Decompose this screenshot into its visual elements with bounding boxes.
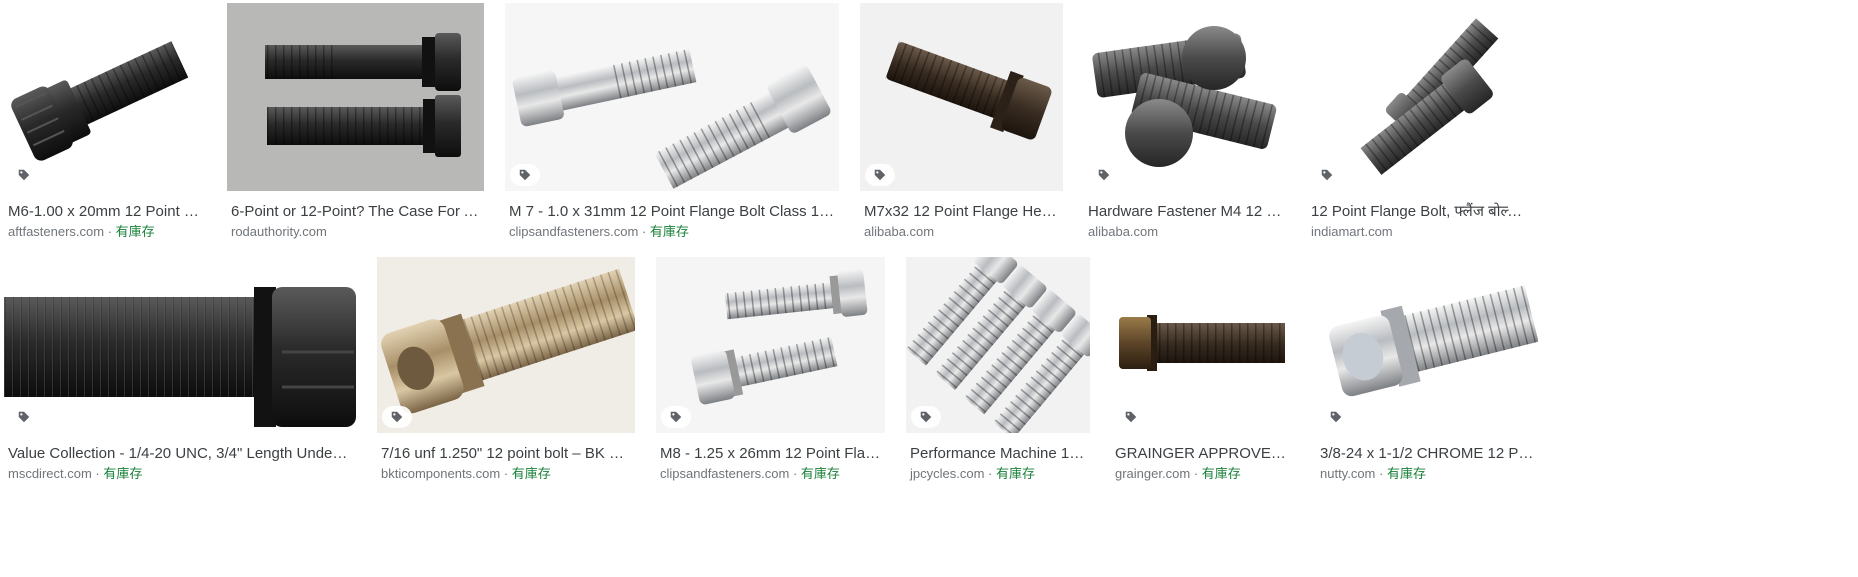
result-meta: grainger.com · 有庫存 [1115,466,1241,481]
tag-icon [9,406,39,428]
result-source[interactable]: nutty.com [1320,466,1375,481]
result-title[interactable]: GRAINGER APPROVED Alloy... [1111,444,1295,464]
result-card[interactable]: 6-Point or 12-Point? The Case For ARP's … [227,3,484,242]
tag-icon [911,406,941,428]
result-thumbnail[interactable] [1307,3,1530,191]
tag-icon [1321,406,1351,428]
result-card[interactable]: M6-1.00 x 20mm 12 Point Flang... aftfast… [4,3,206,242]
grey-bolts-image [1091,26,1278,167]
tag-icon [9,164,39,186]
result-card[interactable]: M 7 - 1.0 x 31mm 12 Point Flange Bolt Cl… [505,3,839,242]
result-card[interactable]: GRAINGER APPROVED Alloy... grainger.com … [1111,257,1295,484]
result-thumbnail[interactable] [860,3,1063,191]
result-title[interactable]: Hardware Fastener M4 12 Point... [1084,202,1286,222]
result-source[interactable]: aftfasteners.com [8,224,104,239]
result-source[interactable]: indiamart.com [1311,224,1393,239]
result-source[interactable]: clipsandfasteners.com [509,224,638,239]
result-card[interactable]: Hardware Fastener M4 12 Point... alibaba… [1084,3,1286,242]
two-bolts-image [265,33,461,157]
tag-icon [1312,164,1342,186]
result-thumbnail[interactable] [4,3,206,191]
result-meta: alibaba.com [860,222,1063,242]
result-meta: aftfasteners.com · 有庫存 [8,224,155,239]
brown-bolt-image [885,41,1052,140]
result-thumbnail[interactable] [505,3,839,191]
result-meta: clipsandfasteners.com · 有庫存 [509,224,689,239]
stock-label: 有庫存 [1386,466,1426,481]
result-thumbnail[interactable] [227,3,484,191]
result-card[interactable]: M8 - 1.25 x 26mm 12 Point Flange S... cl… [656,257,885,484]
result-title[interactable]: M 7 - 1.0 x 31mm 12 Point Flange Bolt Cl… [505,202,839,222]
chrome-m8-bolts-image [691,269,868,405]
result-source[interactable]: mscdirect.com [8,466,92,481]
result-thumbnail[interactable] [656,257,885,433]
result-card[interactable]: Performance Machine 12 Po... jpcycles.co… [906,257,1090,484]
tag-icon [661,406,691,428]
two-grey-bolts-image [1360,18,1499,175]
result-title[interactable]: 7/16 unf 1.250" 12 point bolt – BK Racin… [377,444,635,464]
stock-label: 有庫存 [115,224,155,239]
result-thumbnail[interactable] [1316,257,1538,433]
stock-label: 有庫存 [800,466,840,481]
result-source[interactable]: grainger.com [1115,466,1190,481]
result-title[interactable]: 3/8-24 x 1-1/2 CHROME 12 Point Flang... [1316,444,1538,464]
chrome-bolts-image [512,48,831,189]
result-card[interactable]: 7/16 unf 1.250" 12 point bolt – BK Racin… [377,257,635,484]
stock-label: 有庫存 [103,466,143,481]
tag-icon [1116,406,1146,428]
result-meta: indiamart.com [1307,222,1530,242]
result-title[interactable]: Value Collection - 1/4-20 UNC, 3/4" Leng… [4,444,356,464]
result-meta: alibaba.com [1084,222,1286,242]
result-card[interactable]: 12 Point Flange Bolt, फ्लैंज बोल्ट - Fas… [1307,3,1530,242]
large-black-bolt-image [4,287,356,427]
stock-label: 有庫存 [1201,466,1241,481]
tag-icon [865,164,895,186]
result-source[interactable]: jpcycles.com [910,466,984,481]
result-card[interactable]: M7x32 12 Point Flange Head Ti... alibaba… [860,3,1063,242]
result-title[interactable]: 12 Point Flange Bolt, फ्लैंज बोल्ट - Fas… [1307,202,1530,222]
result-meta: jpcycles.com · 有庫存 [910,466,1035,481]
result-title[interactable]: M7x32 12 Point Flange Head Ti... [860,202,1063,222]
stock-label: 有庫存 [511,466,551,481]
tag-icon [510,164,540,186]
result-meta: bkticomponents.com · 有庫存 [381,466,551,481]
tag-icon [1089,164,1119,186]
result-thumbnail[interactable] [1111,257,1295,433]
result-meta: rodauthority.com [227,222,484,242]
stock-label: 有庫存 [649,224,689,239]
result-title[interactable]: M6-1.00 x 20mm 12 Point Flang... [4,202,206,222]
result-source[interactable]: clipsandfasteners.com [660,466,789,481]
result-thumbnail[interactable] [4,257,356,433]
result-meta: nutty.com · 有庫存 [1320,466,1426,481]
black-flange-bolt-image [11,41,189,161]
result-card[interactable]: Value Collection - 1/4-20 UNC, 3/4" Leng… [4,257,356,484]
result-title[interactable]: M8 - 1.25 x 26mm 12 Point Flange S... [656,444,885,464]
result-source[interactable]: rodauthority.com [231,224,327,239]
tag-icon [382,406,412,428]
result-title[interactable]: Performance Machine 12 Po... [906,444,1090,464]
result-source[interactable]: alibaba.com [1088,224,1158,239]
chrome-flange-bolt-image [1329,285,1538,397]
result-source[interactable]: bkticomponents.com [381,466,500,481]
result-card[interactable]: 3/8-24 x 1-1/2 CHROME 12 Point Flang... … [1316,257,1538,484]
result-thumbnail[interactable] [377,257,635,433]
result-thumbnail[interactable] [1084,3,1286,191]
result-title[interactable]: 6-Point or 12-Point? The Case For ARP's … [227,202,484,222]
stock-label: 有庫存 [995,466,1035,481]
result-source[interactable]: alibaba.com [864,224,934,239]
result-thumbnail[interactable] [906,257,1090,433]
result-meta: clipsandfasteners.com · 有庫存 [660,466,840,481]
gold-bolt-image [381,268,635,414]
result-meta: mscdirect.com · 有庫存 [8,466,143,481]
